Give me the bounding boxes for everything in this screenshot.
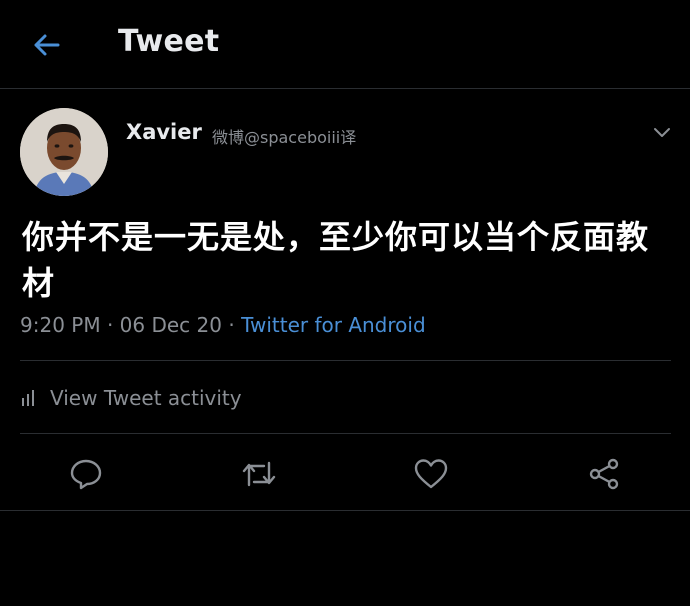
page-title: Tweet	[118, 24, 220, 59]
reply-button[interactable]	[66, 454, 106, 494]
divider	[20, 433, 671, 434]
view-tweet-activity-label: View Tweet activity	[50, 386, 242, 410]
meta-separator: ·	[100, 313, 120, 337]
arrow-left-icon	[34, 34, 60, 56]
divider	[0, 510, 690, 511]
tweet-source-link[interactable]: Twitter for Android	[241, 313, 426, 337]
view-tweet-activity-button[interactable]: View Tweet activity	[20, 386, 242, 410]
share-button[interactable]	[584, 454, 624, 494]
tweet-action-bar	[0, 448, 690, 500]
retweet-icon	[242, 461, 276, 487]
chevron-down-icon	[654, 128, 670, 137]
tweet-date: 06 Dec 20	[119, 313, 222, 337]
retweet-button[interactable]	[239, 454, 279, 494]
avatar[interactable]	[20, 108, 108, 196]
bar-chart-icon	[22, 390, 34, 406]
share-icon	[589, 458, 619, 490]
tweet-meta: 9:20 PM · 06 Dec 20 · Twitter for Androi…	[20, 313, 426, 337]
top-app-bar: Tweet	[0, 0, 690, 89]
author-name[interactable]: Xavier	[126, 120, 202, 144]
back-button[interactable]	[26, 28, 66, 62]
like-button[interactable]	[411, 454, 451, 494]
meta-separator: ·	[222, 313, 242, 337]
tweet-time: 9:20 PM	[20, 313, 101, 337]
author-handle[interactable]: 微博@spaceboiii译	[212, 124, 356, 148]
heart-icon	[414, 459, 448, 489]
reply-icon	[70, 459, 102, 490]
avatar-photo	[20, 108, 108, 196]
more-options-button[interactable]	[648, 120, 676, 144]
tweet-text: 你并不是一无是处，至少你可以当个反面教材	[22, 218, 650, 302]
divider	[20, 360, 671, 361]
